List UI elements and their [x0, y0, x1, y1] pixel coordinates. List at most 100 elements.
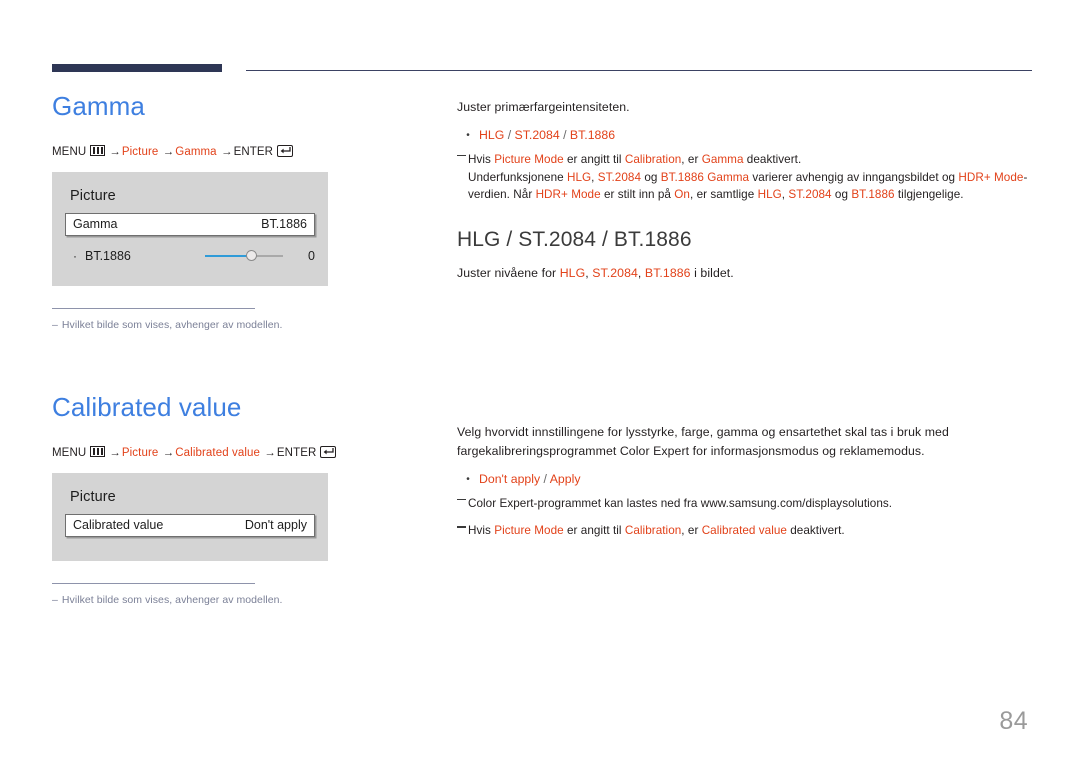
menu-label: MENU	[52, 446, 87, 459]
footnote-text-wrap: – Hvilket bilde som vises, avhenger av mo…	[52, 318, 282, 331]
path-arrow-1: →	[109, 145, 121, 158]
note-text-part: er angitt til	[563, 524, 625, 538]
note-text-part: ,	[591, 170, 598, 184]
path-step-calibrated-value: Calibrated value	[175, 446, 260, 459]
term-hlg: HLG	[566, 170, 592, 184]
osd-title: Picture	[70, 488, 116, 505]
menu-path-calibrated-value: MENU →Picture →Calibrated value →ENTER	[52, 445, 432, 459]
note-text-part: og	[641, 170, 661, 184]
menu-grid-icon	[90, 445, 106, 457]
osd-title: Picture	[70, 187, 116, 204]
option-hlg: HLG	[479, 128, 505, 143]
gamma-options-bullet: • HLG / ST.2084 / BT.1886	[457, 126, 1032, 145]
footnote-gamma: – Hvilket bilde som vises, avhenger av mo…	[52, 307, 282, 331]
term-calibrated-value: Calibrated value	[701, 524, 787, 538]
term-picture-mode: Picture Mode	[494, 153, 564, 167]
option-separator: /	[504, 128, 515, 143]
header-rule-thick	[52, 64, 222, 72]
osd-subrow-bt1886[interactable]: · BT.1886 0	[65, 243, 315, 269]
term-st2084: ST.2084	[592, 265, 638, 280]
gamma-intro-text: Juster primærfargeintensiteten.	[457, 100, 630, 114]
note-text-part: deaktivert.	[786, 524, 845, 538]
page-title-calibrated-value: Calibrated value	[52, 391, 242, 422]
term-gamma: Gamma	[701, 153, 744, 167]
option-dont-apply: Don't apply	[479, 471, 541, 486]
option-apply: Apply	[549, 471, 581, 486]
osd-row-label: Gamma	[73, 217, 118, 232]
note-text-part: deaktivert.	[743, 153, 802, 167]
path-arrow-1: →	[109, 446, 121, 459]
path-arrow-3: →	[264, 446, 276, 459]
note-text-part: , er samtlige	[689, 188, 758, 202]
body-text-part: ,	[637, 265, 645, 280]
bullet-dot: •	[466, 473, 470, 485]
footnote-dash: –	[52, 318, 58, 331]
term-hlg: HLG	[559, 265, 586, 280]
osd-picture-box-gamma: Picture Gamma BT.1886 · BT.1886 0	[52, 171, 328, 286]
enter-arrow-icon	[320, 445, 337, 458]
slider-knob[interactable]	[246, 249, 258, 261]
term-calibration: Calibration	[624, 524, 682, 538]
term-bt1886: BT.1886	[644, 265, 691, 280]
note-text-part: Underfunksjonene	[468, 170, 567, 184]
right-column: Juster primærfargeintensiteten. • HLG / …	[457, 98, 1032, 540]
osd-row-value: BT.1886	[261, 217, 307, 232]
gamma-note-1-text: Hvis Picture Mode er angitt til Calibrat…	[468, 151, 1032, 169]
gamma-options-text: HLG / ST.2084 / BT.1886	[479, 126, 615, 145]
page-title-gamma: Gamma	[52, 91, 145, 121]
osd-picture-box-calibrated: Picture Calibrated value Don't apply	[52, 472, 328, 561]
footnote-rule	[52, 582, 255, 584]
calibrated-note-1: Color Expert-programmet kan lastes ned f…	[457, 495, 1032, 513]
path-step-picture: Picture	[121, 446, 159, 459]
footnote-text: Hvilket bilde som vises, avhenger av mod…	[61, 593, 283, 606]
path-arrow-2: →	[162, 446, 175, 459]
osd-sub-label: BT.1886	[85, 248, 131, 263]
enter-label: ENTER	[276, 446, 317, 459]
option-separator: /	[559, 128, 570, 143]
note-text-part: , er	[681, 524, 702, 538]
footnote-dash: –	[52, 593, 58, 606]
note-dash-icon	[457, 151, 468, 169]
term-picture-mode: Picture Mode	[494, 524, 564, 538]
path-arrow-2: →	[162, 145, 175, 158]
calibrated-options-bullet: • Don't apply / Apply	[457, 470, 1032, 489]
menu-path-gamma: MENU →Picture →Gamma →ENTER	[52, 144, 432, 158]
option-bt1886: BT.1886	[569, 128, 616, 143]
note-text-part: er angitt til	[563, 153, 625, 167]
calibrated-note-2: Hvis Picture Mode er angitt til Calibrat…	[457, 522, 1032, 540]
bullet-dot: •	[466, 130, 470, 142]
calibrated-options-text: Don't apply / Apply	[479, 470, 580, 489]
footnote-rule	[52, 307, 255, 309]
osd-row-calibrated-value[interactable]: Calibrated value Don't apply	[65, 513, 315, 537]
term-hdr-plus-mode: HDR+ Mode	[958, 170, 1024, 184]
osd-sub-bullet: ·	[73, 248, 77, 263]
term-hlg: HLG	[757, 188, 782, 202]
term-on: On	[674, 188, 690, 202]
body-text-part: i bildet.	[690, 265, 734, 280]
gamma-note-1: Hvis Picture Mode er angitt til Calibrat…	[457, 151, 1032, 169]
note-text-part: er stilt inn på	[600, 188, 675, 202]
note-text-part: tilgjengelige.	[894, 188, 964, 202]
enter-arrow-icon	[277, 144, 294, 157]
page-number: 84	[999, 707, 1028, 735]
osd-row-gamma[interactable]: Gamma BT.1886	[65, 212, 315, 236]
note-text-part: Hvis	[468, 153, 495, 167]
term-bt1886: BT.1886	[851, 188, 895, 202]
calibrated-note-2-text: Hvis Picture Mode er angitt til Calibrat…	[468, 522, 1032, 540]
path-step-gamma: Gamma	[175, 145, 217, 158]
menu-grid-icon	[90, 144, 106, 156]
osd-row-value: Don't apply	[244, 518, 307, 533]
menu-label: MENU	[52, 145, 87, 158]
slider-fill	[205, 254, 251, 257]
enter-label: ENTER	[233, 145, 274, 158]
note-text-part: Hvis	[468, 524, 495, 538]
note-text-part: og	[831, 188, 852, 202]
hlg-body-text: Juster nivåene for HLG, ST.2084, BT.1886…	[457, 264, 1032, 283]
osd-row-label: Calibrated value	[73, 518, 164, 533]
note-text-part: , er	[681, 153, 702, 167]
subsection-title-hlg: HLG / ST.2084 / BT.1886	[457, 227, 692, 251]
osd-slider[interactable]	[205, 249, 283, 262]
calibrated-intro-line1: Velg hvorvidt innstillingene for lysstyr…	[457, 424, 949, 439]
option-st2084: ST.2084	[514, 128, 560, 143]
footnote-text-wrap: – Hvilket bilde som vises, avhenger av mo…	[52, 593, 282, 606]
